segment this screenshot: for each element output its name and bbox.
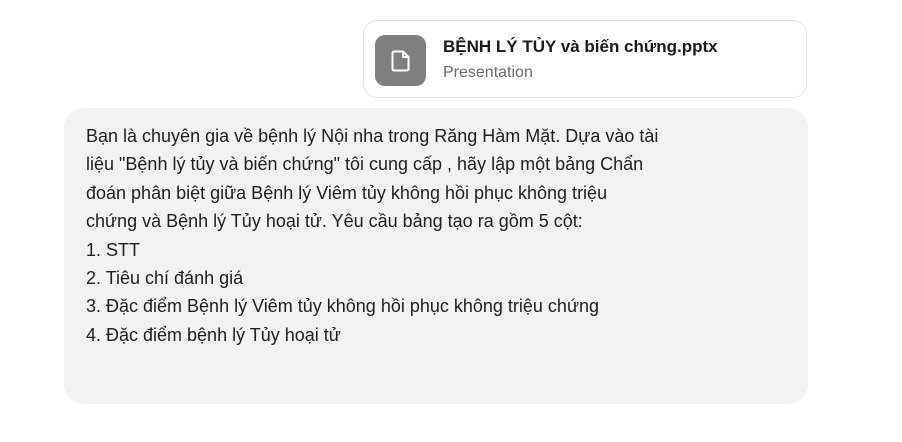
- message-line: liệu "Bệnh lý tủy và biến chứng" tôi cun…: [86, 154, 644, 175]
- message-line: chứng và Bệnh lý Tủy hoại tử. Yêu cầu bả…: [86, 211, 583, 232]
- message-line: 2. Tiêu chí đánh giá: [86, 268, 244, 289]
- user-message-bubble: Bạn là chuyên gia về bệnh lý Nội nha tro…: [64, 108, 808, 404]
- file-name: BỆNH LÝ TỦY và biến chứng.pptx: [443, 37, 718, 56]
- file-attachment-card[interactable]: BỆNH LÝ TỦY và biến chứng.pptx Presentat…: [363, 20, 807, 98]
- file-icon: [375, 35, 426, 86]
- message-line: 3. Đặc điểm Bệnh lý Viêm tủy không hồi p…: [86, 296, 600, 317]
- file-meta: BỆNH LÝ TỦY và biến chứng.pptx Presentat…: [443, 35, 796, 84]
- message-line: đoán phân biệt giữa Bệnh lý Viêm tủy khô…: [86, 182, 608, 203]
- message-text: Bạn là chuyên gia về bệnh lý Nội nha tro…: [86, 122, 786, 349]
- message-line: Bạn là chuyên gia về bệnh lý Nội nha tro…: [86, 126, 659, 146]
- message-line: 1. STT: [86, 239, 141, 260]
- message-line: 4. Đặc điểm bệnh lý Tủy hoại tử: [86, 324, 341, 345]
- file-type-label: Presentation: [443, 64, 533, 81]
